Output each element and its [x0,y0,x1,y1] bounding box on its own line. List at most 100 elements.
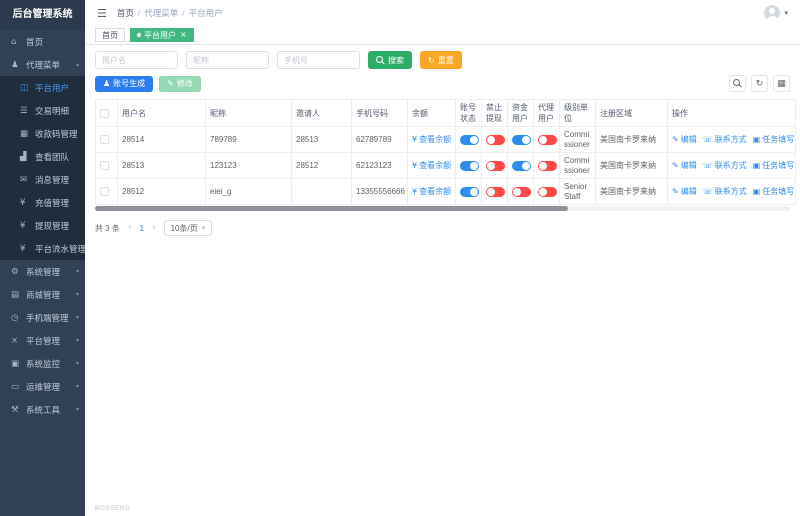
ban-withdraw-toggle[interactable] [486,186,505,197]
row-checkbox[interactable] [100,135,109,145]
task-fill-link[interactable]: ▣ 任务填写 [753,186,795,197]
col-region: 注册区域 [595,99,668,127]
account-status-toggle[interactable] [460,160,479,171]
sidebar-item-system-manage[interactable]: ⚙ 系统管理 ▾ [0,260,85,283]
sidebar-item-label: 充值管理 [35,197,70,208]
breadcrumb-separator: / [137,8,141,18]
sidebar-item-mall-manage[interactable]: ▤ 商城管理 ▾ [0,283,85,306]
agent-user-toggle[interactable] [538,160,557,171]
edit-link[interactable]: ✎ 编辑 [672,160,697,171]
user-icon: ♟ [103,79,111,88]
fund-user-toggle[interactable] [512,186,531,197]
fund-user-toggle[interactable] [512,134,531,145]
search-button[interactable]: 搜索 [368,51,412,69]
row-checkbox[interactable] [100,161,109,171]
generate-account-button[interactable]: ♟ 账号生成 [95,75,154,92]
chevron-up-icon: ▴ [75,61,79,68]
page-size-select[interactable]: 10条/页 ▾ [163,220,213,236]
sidebar-item-ops-manage[interactable]: ▭ 运维管理 ▾ [0,375,85,398]
tab-platform-users[interactable]: 平台用户 × [130,28,194,42]
sidebar-item-mobile-manage[interactable]: ◷ 手机端管理 ▾ [0,306,85,329]
sidebar-item-system-monitor[interactable]: ▣ 系统监控 ▾ [0,352,85,375]
filter-row: 搜索 ↻ 重置 [95,51,790,69]
task-fill-link[interactable]: ▣ 任务填写 [753,134,795,145]
chevron-down-icon: ▾ [75,406,79,413]
avatar[interactable] [764,5,781,21]
view-balance-link[interactable]: ¥ 查看余额 [412,186,451,197]
scrollbar-thumb[interactable] [95,206,568,211]
chevron-down-icon: ▾ [75,337,79,344]
caret-down-icon[interactable]: ▾ [784,9,788,17]
reset-button[interactable]: ↻ 重置 [420,51,462,69]
columns-button[interactable]: ▦ [773,75,790,92]
toggle-search-button[interactable] [729,75,746,92]
sidebar-item-qrcode-manage[interactable]: ▦ 收款码管理 [0,122,85,145]
cell-region: 美国南卡罗来纳 [595,178,668,205]
contact-link[interactable]: ☏ 联系方式 [703,186,747,197]
page-number[interactable]: 1 [140,224,144,233]
contact-label: 联系方式 [714,135,747,144]
generate-button-label: 账号生成 [113,79,146,88]
task-fill-link[interactable]: ▣ 任务填写 [753,160,795,171]
select-all-checkbox[interactable] [100,108,109,118]
tools-icon: ⚒ [11,404,19,415]
phone-input[interactable] [277,51,360,69]
sidebar-item-platform-users[interactable]: ◫ 平台用户 [0,76,85,99]
refresh-button[interactable]: ↻ [751,75,768,92]
cell-nickname: 789789 [205,126,292,153]
close-icon[interactable]: × [180,31,187,39]
contact-link[interactable]: ☏ 联系方式 [703,160,747,171]
breadcrumb: 首页 / 代理菜单 / 平台用户 [117,7,223,19]
cell-region: 美国南卡罗来纳 [595,126,668,153]
tab-home[interactable]: 首页 [95,28,125,42]
sidebar-item-label: 交易明细 [35,105,70,116]
account-status-toggle[interactable] [460,186,479,197]
fund-user-toggle[interactable] [512,160,531,171]
sidebar-item-system-tools[interactable]: ⚒ 系统工具 ▾ [0,398,85,421]
app-title: 后台管理系统 [0,0,85,30]
view-balance-link[interactable]: ¥ 查看余额 [412,134,451,145]
sidebar-item-view-team[interactable]: ▟ 查看团队 [0,145,85,168]
platform-users-icon: ◫ [20,82,29,93]
tag-tabs-bar: 首页 平台用户 × [85,26,800,45]
sidebar-item-home[interactable]: ⌂ 首页 [0,30,85,53]
hamburger-icon[interactable]: ☰ [97,7,107,20]
sidebar-item-label: 首页 [26,36,44,47]
prev-page-button[interactable]: ‹ [128,223,132,233]
active-dot-icon [137,33,141,37]
cell-phone: 62123123 [351,152,408,179]
users-table: 用户名 昵称 邀请人 手机号码 余额 账号状态 禁止提现 资金用户 代理用户 级… [95,99,796,205]
nickname-input[interactable] [186,51,269,69]
ban-withdraw-toggle[interactable] [486,134,505,145]
row-checkbox[interactable] [100,187,109,197]
sidebar-item-recharge[interactable]: ¥ 充值管理 [0,191,85,214]
table-tools: ↻ ▦ [729,75,790,92]
ban-withdraw-toggle[interactable] [486,160,505,171]
sidebar-item-messages[interactable]: ✉ 消息管理 [0,168,85,191]
next-page-button[interactable]: › [152,223,156,233]
refresh-icon: ↻ [428,55,435,65]
account-status-toggle[interactable] [460,134,479,145]
agent-user-toggle[interactable] [538,134,557,145]
breadcrumb-home[interactable]: 首页 [117,7,134,19]
agent-user-toggle[interactable] [538,186,557,197]
sidebar-item-platform-manage[interactable]: × 平台管理 ▾ [0,329,85,352]
contact-link[interactable]: ☏ 联系方式 [703,134,747,145]
task-label: 任务填写 [762,135,795,144]
contact-label: 联系方式 [714,187,747,196]
sidebar-item-transactions[interactable]: ☰ 交易明细 [0,99,85,122]
table-row: 28514 789789 28513 62789789 ¥ 查看余额 Commis… [95,126,796,153]
tab-label: 平台用户 [144,30,176,40]
modify-button[interactable]: ✎ 修改 [159,75,201,92]
yen-icon: ¥ [20,197,26,208]
sidebar-item-platform-flow[interactable]: ¥ 平台流水管理 [0,237,85,260]
sidebar-item-withdraw[interactable]: ¥ 提现管理 [0,214,85,237]
col-account-status: 账号状态 [455,99,482,127]
view-balance-link[interactable]: ¥ 查看余额 [412,160,451,171]
sidebar-item-agent-menu[interactable]: ♟ 代理菜单 ▴ [0,53,85,76]
username-input[interactable] [95,51,178,69]
chevron-down-icon: ▾ [75,383,79,390]
edit-link[interactable]: ✎ 编辑 [672,134,697,145]
edit-label: 编辑 [680,187,697,196]
edit-link[interactable]: ✎ 编辑 [672,186,697,197]
